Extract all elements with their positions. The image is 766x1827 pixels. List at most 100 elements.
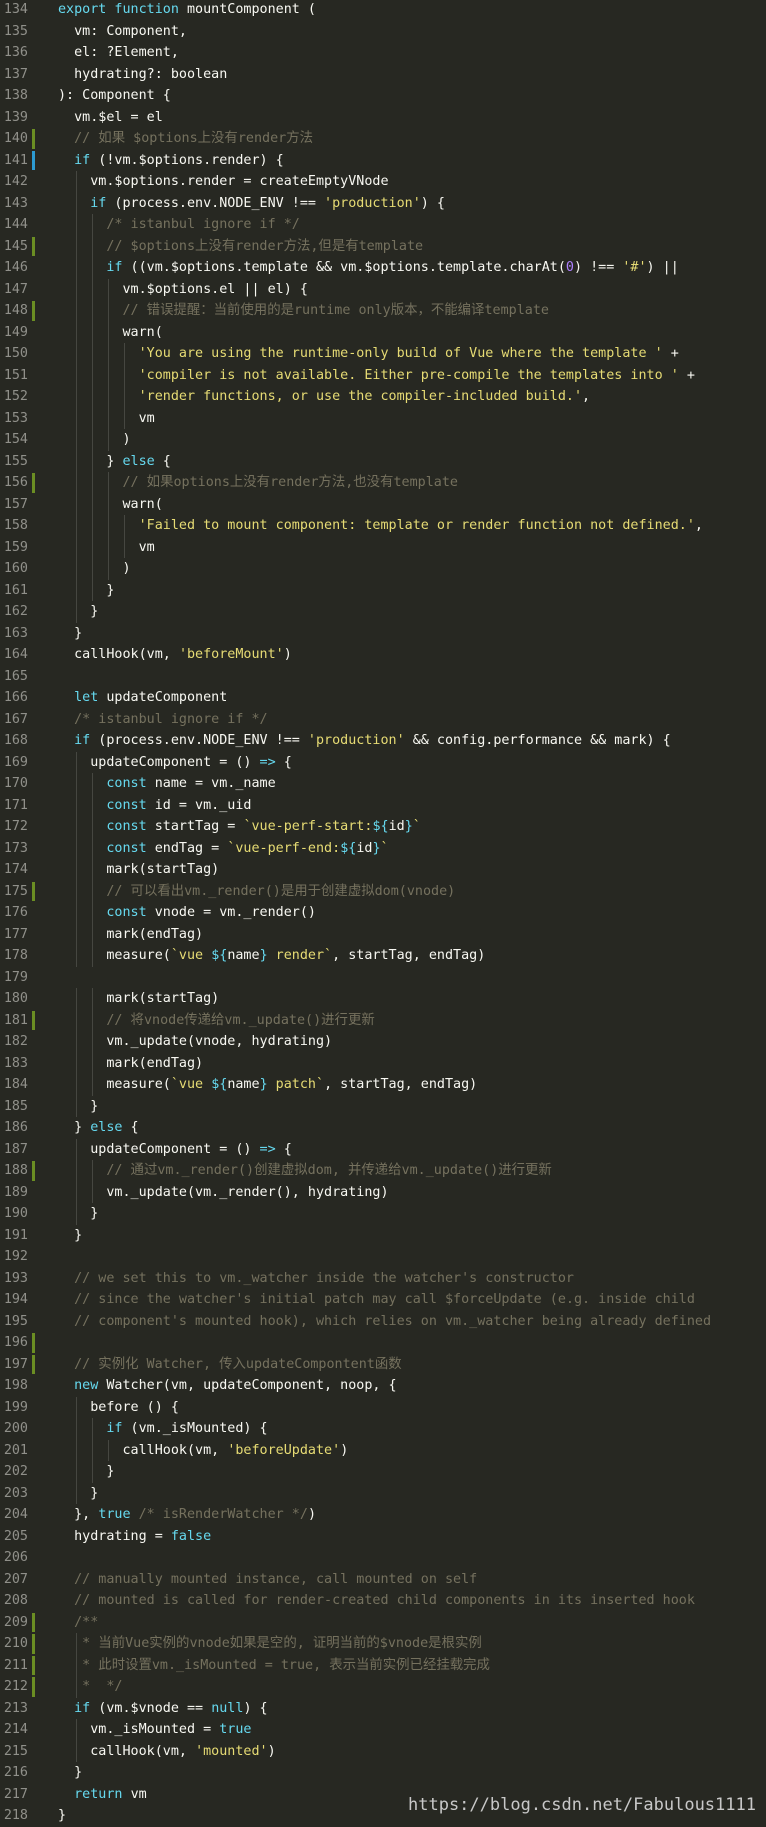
code-line[interactable]: 146 if ((vm.$options.template && vm.$opt… [0, 257, 766, 279]
code-line[interactable]: 187 updateComponent = () => { [0, 1138, 766, 1160]
code-line[interactable]: 135 vm: Component, [0, 21, 766, 43]
code-line[interactable]: 205 hydrating = false [0, 1526, 766, 1548]
code-text: callHook(vm, 'beforeMount') [58, 644, 292, 666]
code-line[interactable]: 160 ) [0, 558, 766, 580]
code-line[interactable]: 171 const id = vm._uid [0, 794, 766, 816]
code-token: * 当前Vue实例的vnode如果是空的, 证明当前的$vnode是根实例 [58, 1636, 482, 1651]
code-line[interactable]: 215 callHook(vm, 'mounted') [0, 1740, 766, 1762]
code-line[interactable]: 196 [0, 1332, 766, 1354]
code-line[interactable]: 140 // 如果 $options上没有render方法 [0, 128, 766, 150]
code-line[interactable]: 134 export function mountComponent ( [0, 0, 766, 21]
code-line[interactable]: 173 const endTag = `vue-perf-end:${id}` [0, 837, 766, 859]
code-line[interactable]: 143 if (process.env.NODE_ENV !== 'produc… [0, 192, 766, 214]
code-line[interactable]: 165 [0, 666, 766, 688]
code-line[interactable]: 190 } [0, 1203, 766, 1225]
code-line[interactable]: 137 hydrating?: boolean [0, 64, 766, 86]
code-line[interactable]: 169 updateComponent = () => { [0, 751, 766, 773]
code-line[interactable]: 207 // manually mounted instance, call m… [0, 1569, 766, 1591]
code-text: } [58, 1762, 82, 1784]
code-line[interactable]: 138): Component { [0, 85, 766, 107]
code-line[interactable]: 167 /* istanbul ignore if */ [0, 709, 766, 731]
code-line[interactable]: 153 vm [0, 407, 766, 429]
code-line[interactable]: 159 vm [0, 536, 766, 558]
code-line[interactable]: 147 vm.$options.el || el) { [0, 278, 766, 300]
code-token: } [58, 1464, 115, 1479]
code-line[interactable]: 172 const startTag = `vue-perf-start:${i… [0, 816, 766, 838]
code-line[interactable]: 216 } [0, 1762, 766, 1784]
code-line[interactable]: 193 // we set this to vm._watcher inside… [0, 1268, 766, 1290]
code-line[interactable]: 151 'compiler is not available. Either p… [0, 364, 766, 386]
code-line[interactable]: 149 warn( [0, 321, 766, 343]
code-line[interactable]: 182 vm._update(vnode, hydrating) [0, 1031, 766, 1053]
code-token: // component's mounted hook), which reli… [58, 1313, 712, 1329]
code-line[interactable]: 206 [0, 1547, 766, 1569]
code-line[interactable]: 212 * */ [0, 1676, 766, 1698]
code-line[interactable]: 208 // mounted is called for render-crea… [0, 1590, 766, 1612]
code-editor[interactable]: 134 export function mountComponent (135 v… [0, 0, 766, 1823]
code-line[interactable]: 141 if (!vm.$options.render) { [0, 150, 766, 172]
line-number: 184 [3, 1077, 28, 1092]
code-line[interactable]: 189 vm._update(vm._render(), hydrating) [0, 1181, 766, 1203]
code-token: vm._update(vnode, hydrating) [58, 1034, 333, 1049]
code-line[interactable]: 150 'You are using the runtime-only buil… [0, 343, 766, 365]
code-line[interactable]: 179 [0, 967, 766, 989]
code-line[interactable]: 164 callHook(vm, 'beforeMount') [0, 644, 766, 666]
code-line[interactable]: 203 } [0, 1482, 766, 1504]
code-line[interactable]: 152 'render functions, or use the compil… [0, 386, 766, 408]
code-line[interactable]: 194 // since the watcher's initial patch… [0, 1289, 766, 1311]
code-line[interactable]: 136 el: ?Element, [0, 42, 766, 64]
code-line[interactable]: 148 // 错误提醒：当前使用的是runtime only版本，不能编译tem… [0, 300, 766, 322]
code-line[interactable]: 174 mark(startTag) [0, 859, 766, 881]
code-line[interactable]: 168 if (process.env.NODE_ENV !== 'produc… [0, 730, 766, 752]
code-text: // 错误提醒：当前使用的是runtime only版本，不能编译templat… [58, 300, 548, 322]
code-line[interactable]: 214 vm._isMounted = true [0, 1719, 766, 1741]
code-line[interactable]: 177 mark(endTag) [0, 923, 766, 945]
code-line[interactable]: 163 } [0, 623, 766, 645]
code-text: if ((vm.$options.template && vm.$options… [58, 257, 678, 279]
code-line[interactable]: 180 mark(startTag) [0, 988, 766, 1010]
code-token: // we set this to vm._watcher inside the… [58, 1270, 574, 1286]
code-token: , [694, 518, 703, 533]
code-line[interactable]: 192 [0, 1246, 766, 1268]
code-line[interactable]: 156 // 如果options上没有render方法,也没有template [0, 472, 766, 494]
code-line[interactable]: 201 callHook(vm, 'beforeUpdate') [0, 1439, 766, 1461]
code-line[interactable]: 211 * 此时设置vm._isMounted = true, 表示当前实例已经… [0, 1654, 766, 1676]
code-line[interactable]: 157 warn( [0, 493, 766, 515]
code-line[interactable]: 200 if (vm._isMounted) { [0, 1418, 766, 1440]
code-line[interactable]: 198 new Watcher(vm, updateComponent, noo… [0, 1375, 766, 1397]
code-line[interactable]: 162 } [0, 601, 766, 623]
code-line[interactable]: 144 /* istanbul ignore if */ [0, 214, 766, 236]
code-line[interactable]: 176 const vnode = vm._render() [0, 902, 766, 924]
code-line[interactable]: 213 if (vm.$vnode == null) { [0, 1698, 766, 1720]
code-line[interactable]: 170 const name = vm._name [0, 773, 766, 795]
code-line[interactable]: 142 vm.$options.render = createEmptyVNod… [0, 171, 766, 193]
code-line[interactable]: 166 let updateComponent [0, 687, 766, 709]
code-token: } [58, 625, 83, 641]
code-line[interactable]: 191 } [0, 1225, 766, 1247]
code-line[interactable]: 158 'Failed to mount component: template… [0, 515, 766, 537]
code-line[interactable]: 195 // component's mounted hook), which … [0, 1311, 766, 1333]
code-line[interactable]: 175 // 可以看出vm._render()是用于创建虚拟dom(vnode) [0, 880, 766, 902]
code-line[interactable]: 183 mark(endTag) [0, 1052, 766, 1074]
code-line[interactable]: 155 } else { [0, 450, 766, 472]
line-number: 206 [3, 1550, 28, 1565]
code-line[interactable]: 145 // $options上没有render方法,但是有template [0, 235, 766, 257]
code-line[interactable]: 188 // 通过vm._render()创建虚拟dom, 并传递给vm._up… [0, 1160, 766, 1182]
code-line[interactable]: 181 // 将vnode传递给vm._update()进行更新 [0, 1009, 766, 1031]
code-token: => [259, 1141, 276, 1157]
code-line[interactable]: 178 measure(`vue ${name} render`, startT… [0, 945, 766, 967]
code-line[interactable]: 185 } [0, 1095, 766, 1117]
line-number: 170 [3, 776, 28, 791]
code-line[interactable]: 154 ) [0, 429, 766, 451]
code-line[interactable]: 161 } [0, 579, 766, 601]
code-line[interactable]: 197 // 实例化 Watcher, 传入updateCompontent函数 [0, 1354, 766, 1376]
code-line[interactable]: 204 }, true /* isRenderWatcher */) [0, 1504, 766, 1526]
code-line[interactable]: 186 } else { [0, 1117, 766, 1139]
code-line[interactable]: 139 vm.$el = el [0, 107, 766, 129]
code-line[interactable]: 210 * 当前Vue实例的vnode如果是空的, 证明当前的$vnode是根实… [0, 1633, 766, 1655]
code-line[interactable]: 199 before () { [0, 1396, 766, 1418]
code-line[interactable]: 202 } [0, 1461, 766, 1483]
code-line[interactable]: 184 measure(`vue ${name} patch`, startTa… [0, 1074, 766, 1096]
code-line[interactable]: 209 /** [0, 1612, 766, 1634]
code-text: /* istanbul ignore if */ [58, 214, 300, 236]
